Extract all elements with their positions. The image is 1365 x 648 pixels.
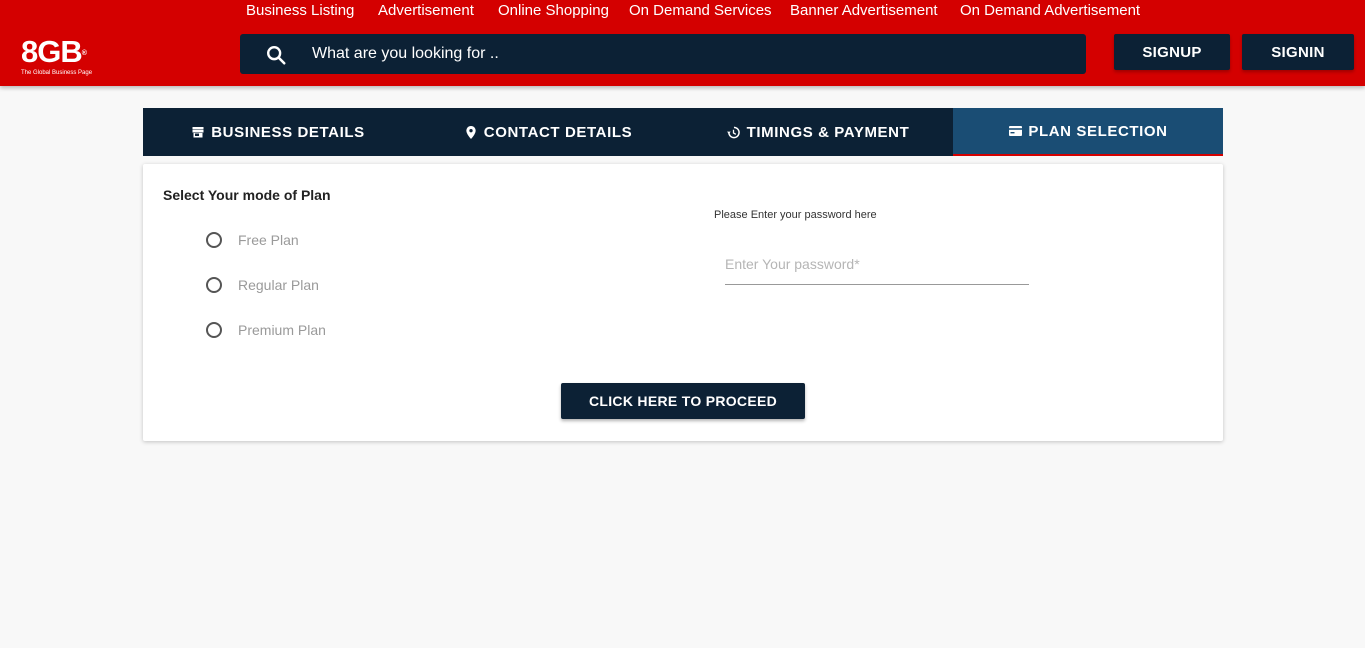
signup-button[interactable]: SIGNUP (1114, 34, 1230, 70)
logo-text: 8GB (21, 34, 83, 69)
site-header: Business Listing Advertisement Online Sh… (0, 0, 1365, 86)
radio-premium-plan[interactable]: Premium Plan (206, 322, 326, 338)
search-icon[interactable] (265, 44, 287, 66)
nav-on-demand-advertisement[interactable]: On Demand Advertisement (960, 2, 1140, 20)
history-icon (727, 125, 741, 139)
radio-regular-plan[interactable]: Regular Plan (206, 277, 319, 293)
signin-button[interactable]: SIGNIN (1242, 34, 1354, 70)
radio-free-plan[interactable]: Free Plan (206, 232, 299, 248)
search-bar (240, 34, 1086, 74)
nav-on-demand-services[interactable]: On Demand Services (629, 2, 772, 20)
tab-label: BUSINESS DETAILS (211, 123, 365, 141)
logo[interactable]: 8GB® The Global Business Page (21, 36, 101, 82)
tab-label: PLAN SELECTION (1028, 122, 1168, 140)
nav-advertisement[interactable]: Advertisement (378, 2, 474, 20)
tab-business-details[interactable]: BUSINESS DETAILS (143, 108, 413, 156)
logo-tagline: The Global Business Page (21, 70, 93, 76)
step-tabs: BUSINESS DETAILS CONTACT DETAILS TIMINGS… (143, 108, 1223, 156)
radio-label: Premium Plan (238, 322, 326, 338)
password-field[interactable] (725, 244, 1029, 285)
tab-contact-details[interactable]: CONTACT DETAILS (413, 108, 683, 156)
nav-business-listing[interactable]: Business Listing (246, 2, 354, 20)
location-pin-icon (464, 125, 478, 139)
password-label: Please Enter your password here (714, 209, 877, 221)
radio-button[interactable] (206, 277, 222, 293)
tab-timings-payment[interactable]: TIMINGS & PAYMENT (683, 108, 953, 156)
nav-banner-advertisement[interactable]: Banner Advertisement (790, 2, 938, 20)
store-icon (191, 125, 205, 139)
tab-label: TIMINGS & PAYMENT (746, 123, 910, 141)
plan-heading: Select Your mode of Plan (163, 187, 331, 203)
registered-mark: ® (81, 50, 87, 57)
nav-online-shopping[interactable]: Online Shopping (498, 2, 609, 20)
plan-selection-card: Select Your mode of Plan Free Plan Regul… (143, 164, 1223, 441)
search-input[interactable] (312, 34, 1052, 74)
radio-label: Free Plan (238, 232, 299, 248)
proceed-button[interactable]: CLICK HERE TO PROCEED (561, 383, 805, 419)
radio-label: Regular Plan (238, 277, 319, 293)
card-icon (1008, 124, 1022, 138)
radio-button[interactable] (206, 322, 222, 338)
radio-button[interactable] (206, 232, 222, 248)
top-navigation: Business Listing Advertisement Online Sh… (0, 2, 1365, 22)
tab-plan-selection[interactable]: PLAN SELECTION (953, 108, 1223, 156)
tab-label: CONTACT DETAILS (483, 123, 633, 141)
